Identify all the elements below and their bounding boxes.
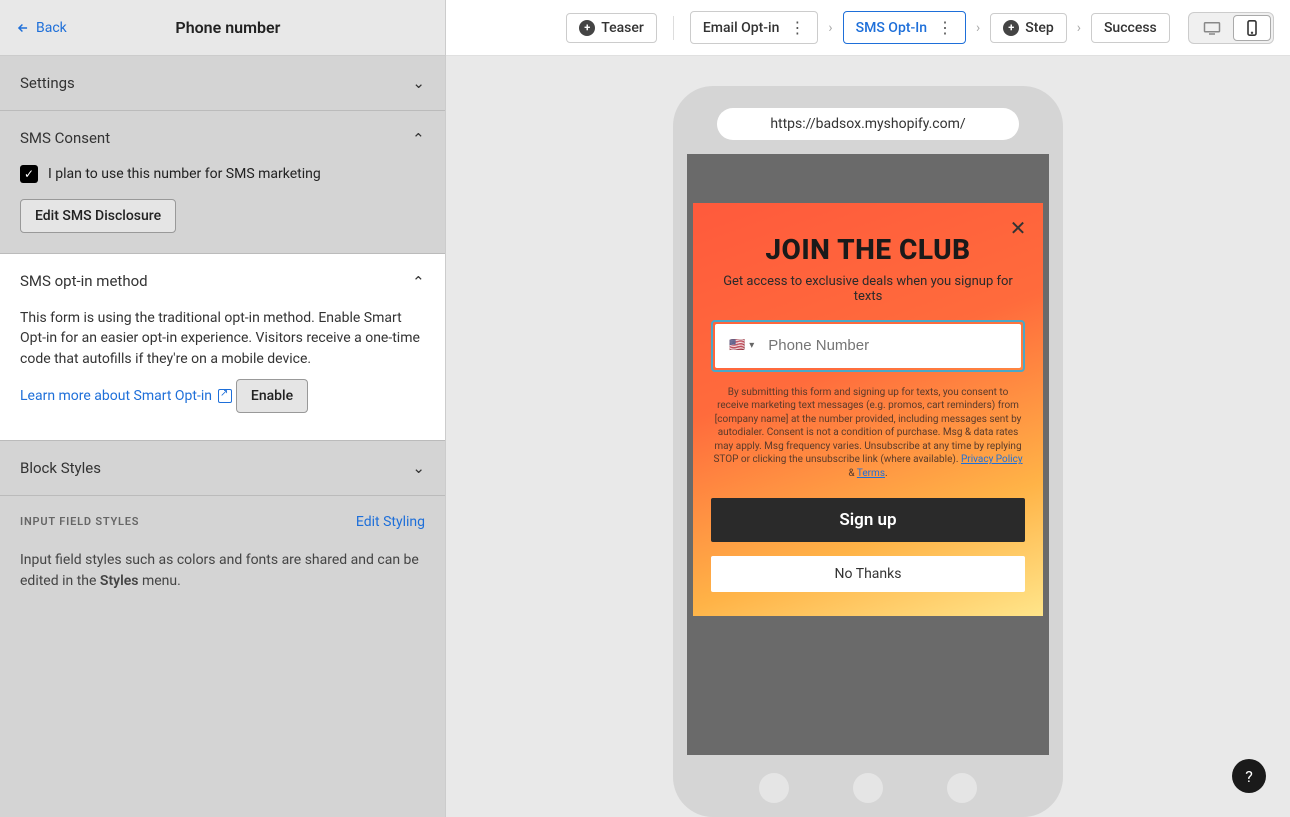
section-block-styles: Block Styles ⌄ bbox=[0, 441, 445, 496]
section-optin-header[interactable]: SMS opt-in method ⌄ bbox=[0, 254, 445, 308]
mobile-icon bbox=[1246, 20, 1258, 36]
phone-input[interactable]: 🇺🇸 ▾ bbox=[715, 324, 1021, 368]
top-bar: + Teaser Email Opt-in ⋮ › SMS Opt-In ⋮ ›… bbox=[446, 0, 1290, 56]
nav-dot bbox=[759, 773, 789, 803]
terms-link[interactable]: Terms bbox=[857, 468, 885, 479]
learn-more-text: Learn more about Smart Opt-in bbox=[20, 388, 212, 404]
edit-sms-disclosure-button[interactable]: Edit SMS Disclosure bbox=[20, 199, 176, 233]
input-styles-header: INPUT FIELD STYLES Edit Styling bbox=[0, 496, 445, 540]
plus-circle-icon: + bbox=[579, 20, 595, 36]
desktop-toggle-button[interactable] bbox=[1191, 15, 1233, 41]
section-settings-header[interactable]: Settings ⌄ bbox=[0, 56, 445, 110]
preview-area: https://badsox.myshopify.com/ ✕ JOIN THE… bbox=[446, 56, 1290, 817]
section-input-field-styles: INPUT FIELD STYLES Edit Styling Input fi… bbox=[0, 496, 445, 612]
plus-circle-icon: + bbox=[1003, 20, 1019, 36]
optin-description: This form is using the traditional opt-i… bbox=[20, 308, 425, 369]
page-title: Phone number bbox=[67, 18, 389, 37]
nav-dot bbox=[947, 773, 977, 803]
checkbox-checked-icon: ✓ bbox=[20, 165, 38, 183]
ampersand: & bbox=[848, 468, 857, 479]
teaser-step-button[interactable]: + Teaser bbox=[566, 13, 657, 43]
section-block-styles-header[interactable]: Block Styles ⌄ bbox=[0, 441, 445, 495]
sidebar-header: Back Phone number bbox=[0, 0, 445, 56]
popup: ✕ JOIN THE CLUB Get access to exclusive … bbox=[693, 203, 1043, 617]
input-styles-body: Input field styles such as colors and fo… bbox=[0, 540, 445, 612]
input-styles-desc-prefix: Input field styles such as colors and fo… bbox=[20, 552, 419, 589]
input-styles-desc-suffix: menu. bbox=[138, 573, 180, 589]
chevron-down-icon: ⌄ bbox=[412, 74, 425, 92]
mobile-toggle-button[interactable] bbox=[1233, 15, 1271, 41]
sms-consent-label: SMS Consent bbox=[20, 129, 110, 147]
teaser-label: Teaser bbox=[601, 20, 644, 36]
divider bbox=[673, 16, 674, 40]
country-select[interactable]: 🇺🇸 ▾ bbox=[719, 338, 764, 353]
phone-nav bbox=[687, 755, 1049, 803]
flag-icon: 🇺🇸 bbox=[729, 338, 745, 353]
arrow-left-icon bbox=[16, 21, 30, 35]
phone-screen: ✕ JOIN THE CLUB Get access to exclusive … bbox=[687, 154, 1049, 755]
url-bar[interactable]: https://badsox.myshopify.com/ bbox=[717, 108, 1019, 140]
checkbox-label: I plan to use this number for SMS market… bbox=[48, 166, 321, 182]
optin-method-label: SMS opt-in method bbox=[20, 272, 148, 290]
section-sms-consent-header[interactable]: SMS Consent ⌄ bbox=[0, 111, 445, 165]
email-optin-label: Email Opt-in bbox=[703, 20, 780, 36]
no-thanks-button[interactable]: No Thanks bbox=[711, 556, 1025, 592]
input-styles-desc-bold: Styles bbox=[100, 573, 139, 589]
chevron-right-icon: › bbox=[828, 20, 832, 36]
back-button[interactable]: Back bbox=[16, 20, 67, 36]
section-settings: Settings ⌄ bbox=[0, 56, 445, 111]
sidebar: Back Phone number Settings ⌄ SMS Consent… bbox=[0, 0, 446, 817]
success-label: Success bbox=[1104, 20, 1157, 36]
chevron-right-icon: › bbox=[1077, 20, 1081, 36]
step-button[interactable]: + Step bbox=[990, 13, 1067, 43]
signup-button[interactable]: Sign up bbox=[711, 498, 1025, 542]
phone-number-field[interactable] bbox=[764, 337, 1017, 354]
block-styles-label: Block Styles bbox=[20, 459, 101, 477]
learn-more-link[interactable]: Learn more about Smart Opt-in bbox=[20, 388, 232, 404]
help-button[interactable]: ? bbox=[1232, 759, 1266, 793]
chevron-right-icon: › bbox=[976, 20, 980, 36]
privacy-policy-link[interactable]: Privacy Policy bbox=[961, 454, 1023, 465]
popup-subtitle: Get access to exclusive deals when you s… bbox=[711, 274, 1025, 304]
desktop-icon bbox=[1203, 21, 1221, 35]
sms-marketing-checkbox-row[interactable]: ✓ I plan to use this number for SMS mark… bbox=[20, 165, 425, 183]
chevron-down-icon: ⌄ bbox=[412, 459, 425, 477]
section-optin-method: SMS opt-in method ⌄ This form is using t… bbox=[0, 254, 445, 441]
email-optin-step-button[interactable]: Email Opt-in ⋮ bbox=[690, 11, 819, 44]
step-label: Step bbox=[1025, 20, 1054, 36]
edit-styling-link[interactable]: Edit Styling bbox=[356, 514, 425, 530]
success-step-button[interactable]: Success bbox=[1091, 13, 1170, 43]
external-link-icon bbox=[218, 389, 232, 403]
chevron-up-icon: ⌄ bbox=[412, 129, 425, 147]
device-toggle bbox=[1188, 12, 1274, 44]
period: . bbox=[885, 468, 888, 479]
dots-icon[interactable]: ⋮ bbox=[937, 18, 953, 37]
sms-optin-label: SMS Opt-In bbox=[856, 20, 927, 36]
optin-method-body: This form is using the traditional opt-i… bbox=[0, 308, 445, 440]
enable-button[interactable]: Enable bbox=[236, 379, 308, 413]
phone-mock: https://badsox.myshopify.com/ ✕ JOIN THE… bbox=[673, 86, 1063, 817]
settings-label: Settings bbox=[20, 74, 75, 92]
dots-icon[interactable]: ⋮ bbox=[789, 18, 805, 37]
section-sms-consent: SMS Consent ⌄ ✓ I plan to use this numbe… bbox=[0, 111, 445, 254]
nav-dot bbox=[853, 773, 883, 803]
input-styles-label: INPUT FIELD STYLES bbox=[20, 515, 139, 528]
popup-title: JOIN THE CLUB bbox=[711, 233, 1025, 266]
sms-optin-step-button[interactable]: SMS Opt-In ⋮ bbox=[843, 11, 966, 44]
back-label: Back bbox=[36, 20, 67, 36]
sms-disclosure-text: By submitting this form and signing up f… bbox=[711, 386, 1025, 481]
chevron-up-icon: ⌄ bbox=[412, 272, 425, 290]
sms-consent-body: ✓ I plan to use this number for SMS mark… bbox=[0, 165, 445, 253]
phone-input-border: 🇺🇸 ▾ bbox=[711, 320, 1025, 372]
close-icon[interactable]: ✕ bbox=[1007, 217, 1029, 239]
chevron-down-icon: ▾ bbox=[749, 340, 754, 351]
right-panel: + Teaser Email Opt-in ⋮ › SMS Opt-In ⋮ ›… bbox=[446, 0, 1290, 817]
